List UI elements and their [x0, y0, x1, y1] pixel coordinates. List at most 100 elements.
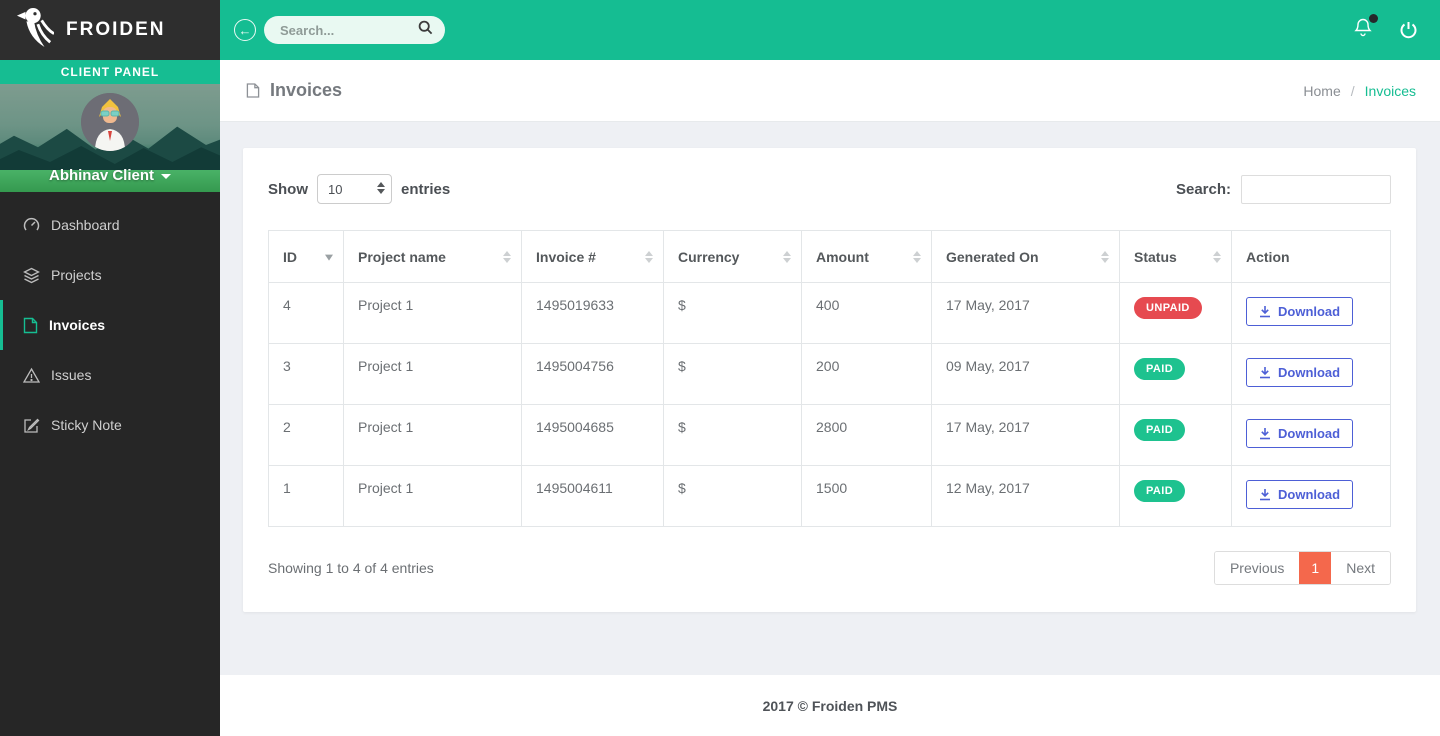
- cell-currency: $: [664, 283, 802, 344]
- bird-logo-icon: [16, 6, 54, 55]
- cell-generated: 12 May, 2017: [932, 466, 1120, 527]
- column-header-currency[interactable]: Currency: [664, 231, 802, 283]
- sidebar-collapse-button[interactable]: ←: [234, 19, 256, 41]
- sidebar-item-sticky-note[interactable]: Sticky Note: [0, 400, 220, 450]
- page-title: Invoices: [246, 80, 342, 101]
- brand-logo-area[interactable]: FROIDEN: [0, 0, 220, 60]
- user-menu[interactable]: Abhinav Client: [0, 167, 220, 184]
- column-header-project-name[interactable]: Project name: [344, 231, 522, 283]
- table-row: 2 Project 1 1495004685 $ 2800 17 May, 20…: [269, 405, 1391, 466]
- content-area: Show 10 entries Search:: [220, 122, 1440, 675]
- copyright-text: 2017 © Froiden PMS: [763, 698, 898, 714]
- sidebar-item-label: Invoices: [49, 317, 105, 333]
- column-header-generated-on[interactable]: Generated On: [932, 231, 1120, 283]
- column-header-invoice[interactable]: Invoice #: [522, 231, 664, 283]
- cell-generated: 17 May, 2017: [932, 283, 1120, 344]
- user-name: Abhinav Client: [49, 167, 154, 184]
- cell-currency: $: [664, 405, 802, 466]
- cell-invoice: 1495019633: [522, 283, 664, 344]
- cell-currency: $: [664, 466, 802, 527]
- pagination-next-button[interactable]: Next: [1331, 552, 1390, 584]
- sort-icon: [1213, 251, 1221, 263]
- logout-button[interactable]: [1399, 20, 1418, 40]
- sidebar-item-projects[interactable]: Projects: [0, 250, 220, 300]
- entries-label: entries: [401, 181, 450, 198]
- column-header-status[interactable]: Status: [1120, 231, 1232, 283]
- download-button[interactable]: Download: [1246, 480, 1353, 509]
- download-button[interactable]: Download: [1246, 419, 1353, 448]
- breadcrumb-separator: /: [1351, 83, 1355, 99]
- sidebar-menu: Dashboard Projects Invoices: [0, 192, 220, 450]
- breadcrumb: Home / Invoices: [1303, 83, 1416, 99]
- page-length-select[interactable]: 10: [317, 174, 392, 204]
- download-icon: [1259, 305, 1271, 318]
- pagination-page-1-button[interactable]: 1: [1299, 552, 1331, 584]
- pagination-previous-button[interactable]: Previous: [1215, 552, 1299, 584]
- table-footer: Showing 1 to 4 of 4 entries Previous 1 N…: [268, 551, 1391, 585]
- sidebar-item-label: Projects: [51, 267, 102, 283]
- brand-name: FROIDEN: [66, 19, 166, 41]
- sort-desc-icon: [325, 254, 333, 260]
- notification-badge: [1369, 14, 1378, 23]
- column-header-id[interactable]: ID: [269, 231, 344, 283]
- status-badge: PAID: [1134, 358, 1185, 380]
- download-button[interactable]: Download: [1246, 297, 1353, 326]
- sidebar-item-label: Dashboard: [51, 217, 120, 233]
- cell-amount: 200: [802, 344, 932, 405]
- table-row: 4 Project 1 1495019633 $ 400 17 May, 201…: [269, 283, 1391, 344]
- sort-icon: [783, 251, 791, 263]
- table-search-control: Search:: [1176, 175, 1391, 204]
- client-panel-banner: CLIENT PANEL: [0, 60, 220, 84]
- profile-section: Abhinav Client: [0, 84, 220, 192]
- download-button[interactable]: Download: [1246, 358, 1353, 387]
- page-file-icon: [246, 82, 260, 99]
- download-icon: [1259, 366, 1271, 379]
- sidebar: FROIDEN CLIENT PANEL Abhinav Client: [0, 0, 220, 736]
- sidebar-item-issues[interactable]: Issues: [0, 350, 220, 400]
- table-header-row: ID Project name Invoice # Currency Amoun…: [269, 231, 1391, 283]
- cell-project: Project 1: [344, 405, 522, 466]
- table-search-input[interactable]: [1241, 175, 1391, 204]
- sidebar-item-dashboard[interactable]: Dashboard: [0, 200, 220, 250]
- cell-amount: 2800: [802, 405, 932, 466]
- cell-project: Project 1: [344, 283, 522, 344]
- cell-id: 4: [269, 283, 344, 344]
- breadcrumb-current[interactable]: Invoices: [1365, 83, 1416, 99]
- table-row: 3 Project 1 1495004756 $ 200 09 May, 201…: [269, 344, 1391, 405]
- sort-icon: [913, 251, 921, 263]
- table-info: Showing 1 to 4 of 4 entries: [268, 560, 434, 576]
- table-search-label: Search:: [1176, 181, 1231, 198]
- status-badge: PAID: [1134, 480, 1185, 502]
- global-search-input[interactable]: [280, 23, 410, 38]
- dashboard-icon: [23, 217, 40, 234]
- column-header-action: Action: [1232, 231, 1391, 283]
- avatar[interactable]: [81, 93, 139, 151]
- column-header-amount[interactable]: Amount: [802, 231, 932, 283]
- issues-icon: [23, 367, 40, 384]
- sidebar-item-invoices[interactable]: Invoices: [0, 300, 220, 350]
- cell-id: 2: [269, 405, 344, 466]
- footer: 2017 © Froiden PMS: [220, 675, 1440, 736]
- app-root: FROIDEN CLIENT PANEL Abhinav Client: [0, 0, 1440, 736]
- cell-invoice: 1495004611: [522, 466, 664, 527]
- cell-amount: 1500: [802, 466, 932, 527]
- cell-currency: $: [664, 344, 802, 405]
- status-badge: UNPAID: [1134, 297, 1202, 319]
- sidebar-item-label: Issues: [51, 367, 91, 383]
- cell-project: Project 1: [344, 466, 522, 527]
- cell-id: 3: [269, 344, 344, 405]
- main-area: ←: [220, 0, 1440, 736]
- download-icon: [1259, 488, 1271, 501]
- cell-generated: 09 May, 2017: [932, 344, 1120, 405]
- notifications-button[interactable]: [1353, 17, 1373, 43]
- sort-icon: [645, 251, 653, 263]
- cell-invoice: 1495004685: [522, 405, 664, 466]
- search-icon[interactable]: [418, 20, 433, 40]
- cell-amount: 400: [802, 283, 932, 344]
- page-length-control: Show 10 entries: [268, 174, 450, 204]
- breadcrumb-home-link[interactable]: Home: [1303, 83, 1340, 99]
- global-search: [264, 16, 445, 44]
- sticky-note-icon: [23, 417, 40, 434]
- status-badge: PAID: [1134, 419, 1185, 441]
- table-row: 1 Project 1 1495004611 $ 1500 12 May, 20…: [269, 466, 1391, 527]
